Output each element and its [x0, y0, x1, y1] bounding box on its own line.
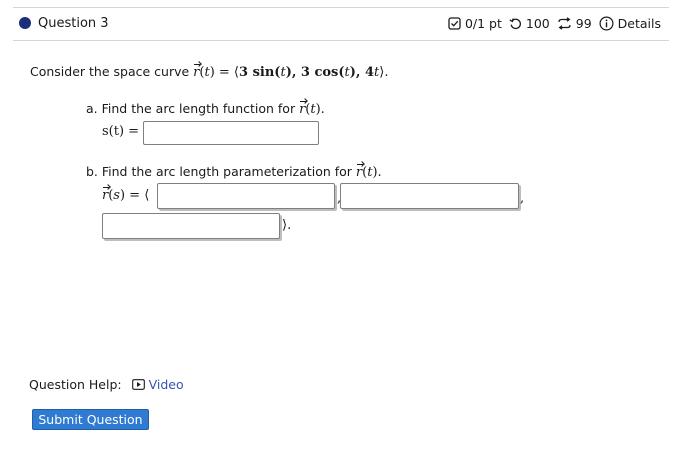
attempts-count: 99 [575, 16, 592, 31]
param-z-input[interactable] [102, 213, 280, 239]
curve-equation: r(t) = ⟨3 sin(t), 3 cos(t), 4t⟩. [193, 64, 389, 80]
part-b-math: r(t). [355, 164, 382, 180]
attempts-icon [557, 17, 572, 30]
question-status-dot [19, 17, 31, 29]
retries-count: 100 [525, 16, 550, 31]
arc-length-input[interactable] [143, 121, 319, 145]
part-a-label: a. Find the arc length function for r(t)… [86, 101, 325, 117]
part-b-text: b. Find the arc length parameterization … [86, 164, 352, 179]
question-title: Question 3 [38, 16, 109, 31]
part-a-text: a. Find the arc length function for [86, 101, 296, 116]
comma-separator: , [520, 191, 525, 206]
score-text: 0/1 pt [464, 16, 502, 31]
details-link[interactable]: Details [618, 16, 661, 31]
part-b-label: b. Find the arc length parameterization … [86, 164, 382, 180]
param-x-input[interactable] [157, 183, 335, 209]
closing-bracket: ⟩. [282, 218, 292, 233]
help-label: Question Help: [29, 377, 122, 392]
question-help: Question Help: Video [29, 377, 184, 392]
question-prompt: Consider the space curve r(t) = ⟨3 sin(t… [30, 64, 388, 80]
prompt-text: Consider the space curve [30, 64, 190, 79]
param-y-input[interactable] [340, 183, 519, 209]
video-icon [131, 379, 145, 390]
question-meta: 0/1 pt 100 99 Details [448, 16, 661, 31]
part-b-answer-label: r(s) = ⟨ [102, 187, 150, 203]
checkbox-score-icon [448, 17, 461, 30]
submit-question-button[interactable]: Submit Question [32, 409, 149, 430]
part-a-math: r(t). [299, 101, 325, 117]
retry-icon [509, 17, 522, 30]
info-icon[interactable] [599, 16, 614, 31]
part-a-answer-label: s(t) = [102, 124, 140, 139]
video-label: Video [148, 377, 184, 392]
video-link[interactable]: Video [131, 377, 184, 392]
question-header: Question 3 0/1 pt 100 99 Details [13, 7, 669, 41]
